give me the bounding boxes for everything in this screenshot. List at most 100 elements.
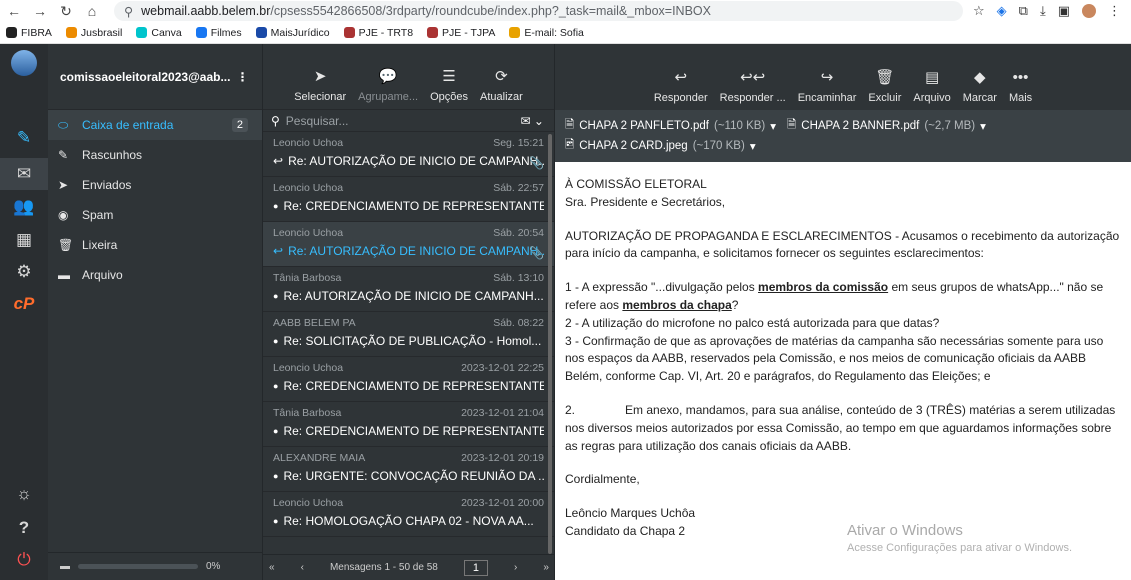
forward-button[interactable]: ↪ Encaminhar (798, 68, 857, 104)
message-row[interactable]: Tânia Barbosa 2023-12-01 21:04 ● Re: CREDEN… (263, 402, 554, 447)
bookmark-item[interactable]: Canva (136, 27, 182, 39)
message-date: 2023-12-01 20:19 (461, 451, 544, 464)
refresh-label: Atualizar (480, 91, 523, 103)
folder-label: Lixeira (82, 238, 118, 252)
prev-page-icon[interactable]: ‹ (301, 562, 304, 573)
pencil-icon: ✎ (58, 148, 69, 162)
message-date: Sáb. 20:54 (493, 226, 544, 239)
mark-button[interactable]: ◆ Marcar (963, 68, 997, 104)
bookmark-favicon-icon (136, 27, 148, 38)
folder-item[interactable]: ➤ Enviados (48, 170, 262, 200)
cpanel-icon[interactable]: cP (0, 294, 48, 314)
message-row[interactable]: AABB BELEM PA Sáb. 08:22 ● Re: SOLICITAÇÃO … (263, 312, 554, 357)
folder-item[interactable]: ⬭ Caixa de entrada 2 (48, 110, 262, 140)
mail-icon[interactable]: ✉ (0, 158, 48, 190)
message-row[interactable]: Leoncio Uchoa Sáb. 22:57 ● Re: CREDENCIAMEN… (263, 177, 554, 222)
folder-item[interactable]: ▬ Arquivo (48, 260, 262, 290)
bookmark-star-icon[interactable]: ☆ (973, 3, 985, 19)
drive-icon: ▬ (60, 561, 70, 572)
attachment-name[interactable]: CHAPA 2 BANNER.pdf (801, 120, 919, 132)
search-input[interactable]: Pesquisar... (286, 114, 349, 128)
reply-icon: ↩ (674, 69, 688, 86)
bookmark-item[interactable]: PJE - TRT8 (343, 27, 413, 39)
search-options-icon[interactable]: ✉ ⌄ (521, 114, 544, 128)
pointer-icon: ➤ (313, 68, 327, 85)
compose-icon[interactable]: ✎ (0, 128, 48, 148)
select-button[interactable]: ➤ Selecionar (294, 67, 346, 103)
message-row[interactable]: ALEXANDRE MAIA 2023-12-01 20:19 ● Re: URGEN… (263, 447, 554, 492)
reply-all-button[interactable]: ↩↩ Responder ... (720, 68, 786, 104)
bookmarks-bar: FIBRA Jusbrasil Canva Filmes MaisJurídico PJE… (0, 22, 1131, 44)
bookmark-item[interactable]: E-mail: Sofia (509, 27, 584, 39)
message-date: Seg. 15:21 (493, 136, 544, 149)
list-footer: « ‹ Mensagens 1 - 50 de 58 1 › » (263, 554, 555, 580)
page-input[interactable]: 1 (463, 559, 488, 576)
menu-icon[interactable]: ⋮ (1108, 3, 1121, 19)
message-subject: Re: CREDENCIAMENTO DE REPRESENTANTE (283, 379, 544, 393)
first-page-icon[interactable]: « (269, 562, 275, 573)
reply-button[interactable]: ↩ Responder (654, 68, 708, 104)
last-page-icon[interactable]: » (543, 562, 549, 573)
bookmark-item[interactable]: PJE - TJPA (427, 27, 495, 39)
message-date: Sáb. 22:57 (493, 181, 544, 194)
delete-button[interactable]: 🗑 Excluir (868, 68, 901, 104)
pdf-icon: 🗎 (565, 118, 575, 131)
message-row[interactable]: Leoncio Uchoa 2023-12-01 22:25 ● Re: CREDEN… (263, 357, 554, 402)
message-row[interactable]: Tânia Barbosa Sáb. 13:10 ● Re: AUTORIZAÇÃO … (263, 267, 554, 312)
attachment-name[interactable]: CHAPA 2 PANFLETO.pdf (579, 120, 709, 132)
threads-label: Agrupame... (358, 91, 419, 103)
attachment-name[interactable]: CHAPA 2 CARD.jpeg (579, 140, 687, 152)
back-icon[interactable]: ← (6, 3, 22, 19)
account-menu-icon[interactable]: ⋮ (236, 70, 248, 84)
help-icon[interactable]: ? (0, 518, 48, 538)
forward-icon[interactable]: → (32, 3, 48, 19)
body-item-4: 2. Em anexo, mandamos, para sua análise,… (565, 402, 1119, 453)
message-row[interactable]: Leoncio Uchoa Sáb. 20:54 ↩ Re: AUTORIZAÇÃO … (263, 222, 554, 267)
bookmark-item[interactable]: Filmes (195, 27, 242, 39)
avatar[interactable] (1082, 4, 1096, 18)
bookmark-item[interactable]: FIBRA (6, 27, 52, 39)
more-button[interactable]: ••• Mais (1009, 69, 1032, 104)
folder-item[interactable]: ◉ Spam (48, 200, 262, 230)
windows-watermark-title: Ativar o Windows (847, 522, 963, 539)
sidepanel-icon[interactable]: ▣ (1058, 3, 1070, 19)
theme-icon[interactable]: ☼ (0, 484, 48, 504)
chevron-down-icon[interactable]: ▾ (980, 119, 986, 133)
more-label: Mais (1008, 92, 1033, 104)
home-icon[interactable]: ⌂ (84, 3, 100, 19)
threads-button[interactable]: 💬 Agrupame... (358, 67, 418, 103)
chevron-down-icon[interactable]: ▾ (770, 119, 776, 133)
body-item-3: 3 - Confirmação de que as aprovações de … (565, 333, 1104, 384)
quota-text: 0% (206, 561, 221, 572)
calendar-icon[interactable]: ▦ (0, 230, 48, 250)
contacts-icon[interactable]: 👥 (0, 197, 48, 217)
quota-bar (78, 564, 198, 569)
options-button[interactable]: ☰ Opções (430, 67, 468, 103)
next-page-icon[interactable]: › (514, 562, 517, 573)
logout-icon[interactable]: ⏻ (0, 550, 48, 570)
refresh-icon: ⟳ (495, 68, 508, 85)
puzzle-icon[interactable]: ⧉ (1019, 3, 1028, 19)
message-list: Leoncio Uchoa Seg. 15:21 ↩ Re: AUTORIZAÇÃO … (263, 132, 554, 537)
bookmark-label: PJE - TJPA (442, 26, 496, 39)
site-info-icon[interactable]: ⚲ (124, 4, 133, 19)
folder-item[interactable]: ✎ Rascunhos (48, 140, 262, 170)
chevron-down-icon[interactable]: ▾ (750, 139, 756, 153)
folder-item[interactable]: 🗑 Lixeira (48, 230, 262, 260)
archive-button[interactable]: ▤ Arquivo (913, 68, 950, 104)
message-row[interactable]: Leoncio Uchoa 2023-12-01 20:00 ● Re: HOMOLO… (263, 492, 554, 537)
address-bar[interactable]: ⚲ webmail.aabb.belem.br/cpsess5542866508… (114, 1, 963, 21)
list-scrollbar[interactable] (548, 134, 552, 554)
settings-icon[interactable]: ⚙ (0, 262, 48, 282)
download-icon[interactable]: ⤓ (1040, 3, 1046, 19)
bookmark-item[interactable]: Jusbrasil (65, 27, 122, 39)
forward-label: Encaminhar (797, 92, 857, 104)
bookmark-item[interactable]: MaisJurídico (255, 27, 330, 39)
message-row[interactable]: Leoncio Uchoa Seg. 15:21 ↩ Re: AUTORIZAÇÃO … (263, 132, 554, 177)
message-from: AABB BELEM PA (273, 316, 356, 329)
reload-icon[interactable]: ↻ (58, 3, 74, 20)
refresh-button[interactable]: ⟳ Atualizar (480, 67, 523, 103)
extension-icon[interactable]: ◈ (997, 3, 1007, 19)
bookmark-favicon-icon (255, 27, 267, 38)
search-bar[interactable]: ⚲ Pesquisar... ✉ ⌄ (263, 110, 554, 132)
